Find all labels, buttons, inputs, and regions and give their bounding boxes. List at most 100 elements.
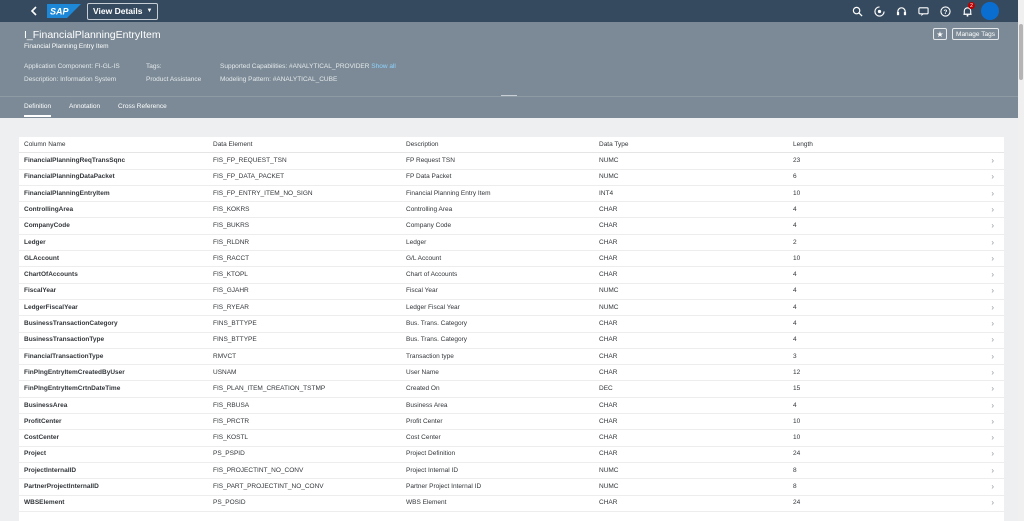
chevron-right-icon[interactable]: ›: [991, 286, 994, 295]
tags-label: Tags:: [146, 63, 162, 70]
search-button[interactable]: [846, 0, 868, 22]
column-header-data-element[interactable]: Data Element: [213, 141, 252, 148]
table-row[interactable]: FinancialPlanningDataPacket FIS_FP_DATA_P…: [19, 169, 1004, 186]
copilot-button[interactable]: [868, 0, 890, 22]
chevron-right-icon[interactable]: ›: [991, 417, 994, 426]
data-element-cell: FIS_FP_REQUEST_TSN: [213, 157, 287, 164]
table-row[interactable]: FinancialPlanningEntryItem FIS_FP_ENTRY_I…: [19, 186, 1004, 203]
feedback-button[interactable]: [912, 0, 934, 22]
supported-capabilities: Supported Capabilities: #ANALYTICAL_PROV…: [220, 63, 396, 70]
show-all-link[interactable]: Show all: [371, 63, 396, 70]
table-row[interactable]: FinancialTransactionType RMVCT Transaction…: [19, 349, 1004, 366]
table-row[interactable]: BusinessTransactionType FINS_BTTYPE Bus. T…: [19, 332, 1004, 349]
column-name-cell: GLAccount: [24, 254, 60, 262]
column-header-description[interactable]: Description: [406, 141, 439, 148]
data-element-cell: FIS_RLDNR: [213, 238, 250, 246]
chevron-right-icon[interactable]: ›: [991, 449, 994, 458]
data-type-cell: NUMC: [599, 173, 619, 181]
view-details-menu[interactable]: View Details ▼: [87, 2, 159, 20]
chevron-right-icon[interactable]: ›: [991, 156, 994, 165]
table-row[interactable]: BusinessArea FIS_RBUSA Business Area CHAR 4 ›: [19, 398, 1004, 414]
description-cell: Controlling Area: [406, 205, 453, 213]
back-button[interactable]: [23, 0, 45, 22]
table-header: Column Name Data Element Description Dat…: [19, 137, 1004, 153]
chevron-right-icon[interactable]: ›: [991, 238, 994, 247]
length-cell: 23: [793, 157, 801, 164]
table-row[interactable]: Ledger FIS_RLDNR Ledger CHAR 2 ›: [19, 235, 1004, 251]
tab-cross-reference[interactable]: Cross Reference: [118, 103, 167, 110]
data-type-cell: CHAR: [599, 320, 618, 327]
chevron-right-icon[interactable]: ›: [991, 172, 994, 181]
length-cell: 24: [793, 450, 801, 458]
chevron-right-icon[interactable]: ›: [991, 254, 994, 263]
notifications-button[interactable]: 2: [956, 0, 978, 22]
chevron-right-icon[interactable]: ›: [991, 189, 994, 198]
length-cell: 4: [793, 222, 797, 230]
tab-definition[interactable]: Definition: [24, 103, 52, 117]
table-row[interactable]: CostCenter FIS_KOSTL Cost Center CHAR 10 ›: [19, 430, 1004, 447]
length-cell: 24: [793, 499, 801, 507]
length-cell: 10: [793, 417, 801, 425]
table-row[interactable]: WBSElement PS_POSID WBS Element CHAR 24 ›: [19, 495, 1004, 512]
length-cell: 4: [793, 336, 797, 344]
column-name-cell: WBSElement: [24, 499, 65, 507]
table-row[interactable]: CompanyCode FIS_BUKRS Company Code CHAR 4 ›: [19, 218, 1004, 235]
data-element-cell: FINS_BTTYPE: [213, 320, 257, 327]
column-header-data-type[interactable]: Data Type: [599, 141, 629, 148]
data-type-cell: CHAR: [599, 401, 618, 409]
length-cell: 2: [793, 238, 797, 246]
table-row[interactable]: FinPlngEntryItemCreatedByUser USNAM User N…: [19, 365, 1004, 382]
product-assistance-link[interactable]: Product Assistance: [146, 76, 201, 83]
chevron-right-icon[interactable]: ›: [991, 221, 994, 230]
table-row[interactable]: ProfitCenter FIS_PRCTR Profit Center CHAR 10…: [19, 414, 1004, 431]
description-cell: FP Data Packet: [406, 173, 452, 181]
chevron-right-icon[interactable]: ›: [991, 401, 994, 410]
table-row[interactable]: GLAccount FIS_RACCT G/L Account CHAR 10 ›: [19, 251, 1004, 268]
page-scrollbar[interactable]: [1018, 0, 1024, 521]
chevron-right-icon[interactable]: ›: [991, 498, 994, 507]
tab-annotation[interactable]: Annotation: [69, 103, 100, 110]
table-row[interactable]: ControllingArea FIS_KOKRS Controlling Area…: [19, 202, 1004, 219]
notification-badge: 2: [968, 2, 975, 9]
object-header: I_FinancialPlanningEntryItem Financial P…: [0, 22, 1018, 105]
help-button[interactable]: ?: [934, 0, 956, 22]
chevron-right-icon[interactable]: ›: [991, 482, 994, 491]
scrollbar-thumb[interactable]: [1019, 24, 1023, 80]
table-row[interactable]: FinancialPlanningReqTransSqnc FIS_FP_REQU…: [19, 153, 1004, 170]
chevron-right-icon[interactable]: ›: [991, 303, 994, 312]
chevron-right-icon[interactable]: ›: [991, 433, 994, 442]
description-cell: Bus. Trans. Category: [406, 336, 468, 344]
table-row[interactable]: FinPlngEntryItemCrtnDateTime FIS_PLAN_ITE…: [19, 381, 1004, 398]
page-subtitle: Financial Planning Entry Item: [24, 43, 109, 50]
support-button[interactable]: [890, 0, 912, 22]
table-row[interactable]: LedgerFiscalYear FIS_RYEAR Ledger Fiscal Y…: [19, 300, 1004, 317]
column-header-name[interactable]: Column Name: [24, 141, 66, 148]
table-row[interactable]: PartnerProjectInternalID FIS_PART_PROJECT…: [19, 479, 1004, 496]
manage-tags-button[interactable]: Manage Tags: [952, 28, 999, 40]
chevron-right-icon[interactable]: ›: [991, 270, 994, 279]
chevron-right-icon[interactable]: ›: [991, 205, 994, 214]
shell-actions: ? 2: [846, 0, 999, 22]
table-row[interactable]: ChartOfAccounts FIS_KTOPL Chart of Account…: [19, 267, 1004, 284]
chevron-right-icon[interactable]: ›: [991, 335, 994, 344]
sap-logo[interactable]: SAP: [47, 4, 81, 18]
favorite-button[interactable]: ★: [933, 28, 947, 40]
user-avatar[interactable]: [981, 2, 999, 20]
chevron-right-icon[interactable]: ›: [991, 384, 994, 393]
data-element-cell: FIS_PRCTR: [213, 417, 250, 425]
table-row[interactable]: ProjectInternalID FIS_PROJECTINT_NO_CONV P…: [19, 463, 1004, 480]
data-element-cell: PS_PSPID: [213, 450, 245, 458]
chevron-right-icon[interactable]: ›: [991, 319, 994, 328]
column-name-cell: FinancialPlanningEntryItem: [24, 189, 110, 197]
data-type-cell: CHAR: [599, 417, 618, 425]
chevron-right-icon[interactable]: ›: [991, 368, 994, 377]
table-row[interactable]: Project PS_PSPID Project Definition CHAR 24 ›: [19, 446, 1004, 463]
chevron-right-icon[interactable]: ›: [991, 466, 994, 475]
description-text: Description: Information System: [24, 76, 117, 83]
chevron-right-icon[interactable]: ›: [991, 352, 994, 361]
table-row[interactable]: FiscalYear FIS_GJAHR Fiscal Year NUMC 4 ›: [19, 283, 1004, 300]
column-header-length[interactable]: Length: [793, 141, 813, 148]
data-element-cell: USNAM: [213, 368, 237, 376]
table-row[interactable]: BusinessTransactionCategory FINS_BTTYPE Bu…: [19, 316, 1004, 333]
column-name-cell: FinancialPlanningDataPacket: [24, 173, 115, 181]
